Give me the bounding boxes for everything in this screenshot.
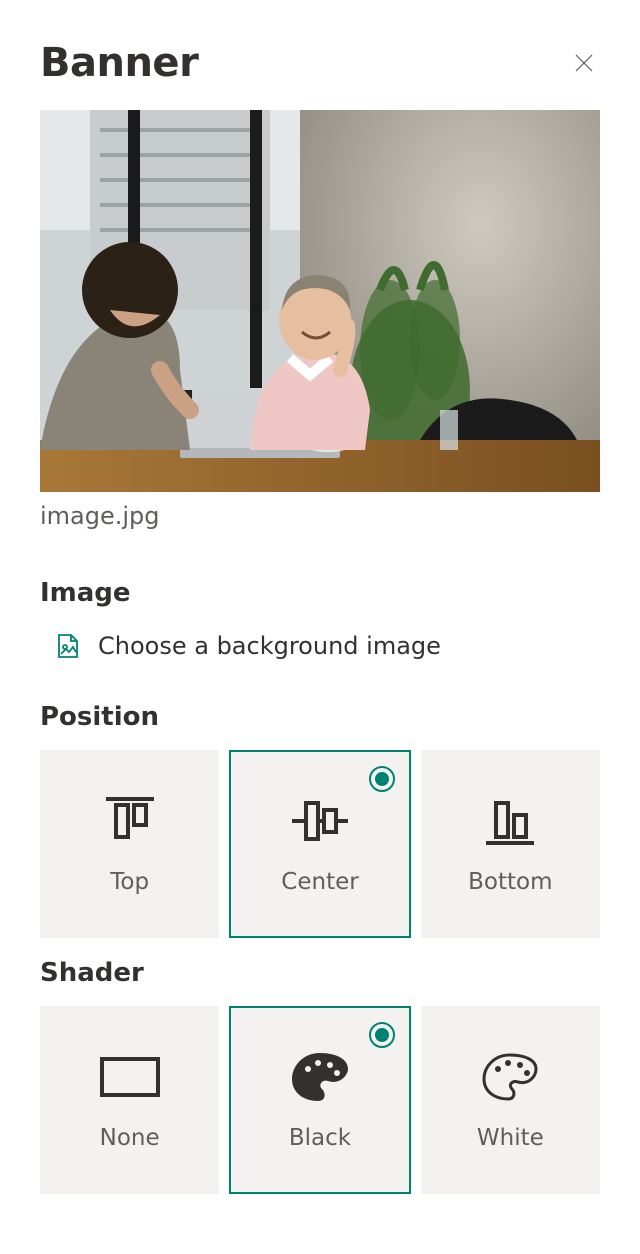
palette-filled-icon	[288, 1049, 352, 1105]
preview-filename: image.jpg	[40, 502, 600, 530]
selected-indicator-icon	[369, 1022, 395, 1048]
shader-option-none[interactable]: None	[40, 1006, 219, 1194]
close-icon	[572, 51, 596, 75]
banner-preview-image	[40, 110, 600, 492]
option-label: None	[100, 1125, 160, 1151]
align-center-icon	[288, 793, 352, 849]
close-button[interactable]	[568, 47, 600, 79]
shader-option-white[interactable]: White	[421, 1006, 600, 1194]
choose-image-button[interactable]: Choose a background image	[40, 626, 600, 666]
position-option-bottom[interactable]: Bottom	[421, 750, 600, 938]
shader-option-black[interactable]: Black	[229, 1006, 410, 1194]
position-option-center[interactable]: Center	[229, 750, 410, 938]
option-label: Center	[281, 869, 358, 895]
rectangle-outline-icon	[96, 1049, 164, 1105]
option-label: Black	[289, 1125, 351, 1151]
selected-indicator-icon	[369, 766, 395, 792]
panel-header: Banner	[40, 40, 600, 86]
position-option-top[interactable]: Top	[40, 750, 219, 938]
choose-image-label: Choose a background image	[98, 632, 441, 660]
shader-options: None Black	[40, 1006, 600, 1194]
banner-panel: Banner	[0, 0, 640, 1254]
image-file-icon	[54, 632, 82, 660]
option-label: White	[477, 1125, 544, 1151]
panel-title: Banner	[40, 40, 198, 86]
option-label: Top	[110, 869, 149, 895]
align-top-icon	[100, 793, 160, 849]
palette-outline-icon	[478, 1049, 542, 1105]
section-heading-image: Image	[40, 578, 600, 608]
option-label: Bottom	[468, 869, 552, 895]
position-options: Top Center Bottom	[40, 750, 600, 938]
section-heading-shader: Shader	[40, 958, 600, 988]
align-bottom-icon	[480, 793, 540, 849]
section-heading-position: Position	[40, 702, 600, 732]
